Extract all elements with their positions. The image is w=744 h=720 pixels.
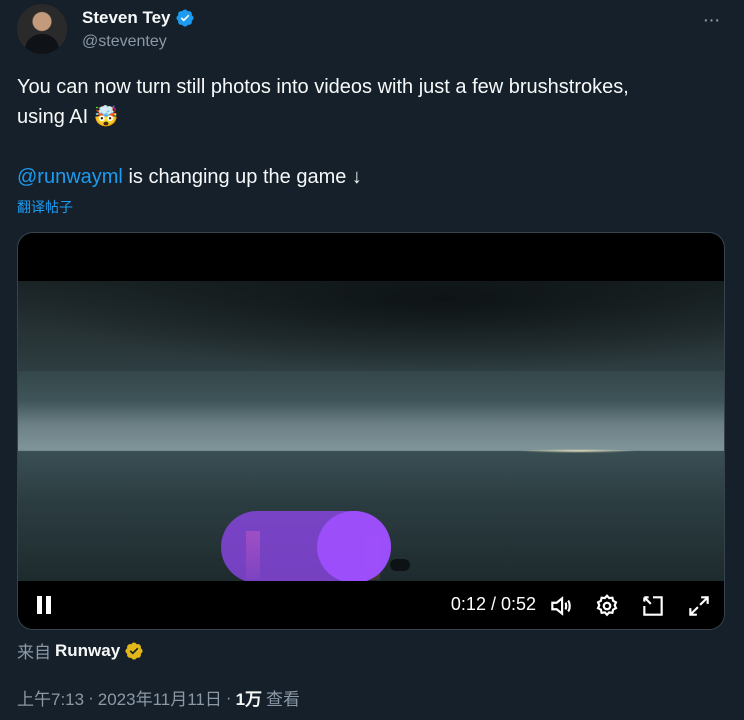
avatar[interactable] <box>17 4 67 54</box>
tweet-time[interactable]: 上午7:13 <box>17 685 84 710</box>
pop-out-icon[interactable] <box>640 593 666 619</box>
exploding-head-emoji: 🤯 <box>93 106 119 128</box>
tweet-text: You can now turn still photos into video… <box>17 72 729 132</box>
source-prefix: 来自 <box>17 643 51 662</box>
horizon-lights <box>518 449 638 453</box>
more-options-icon[interactable]: ··· <box>699 10 723 30</box>
verified-badge-icon <box>175 9 194 27</box>
tweet-meta: 上午7:13 · 2023年11月11日 · 1万 查看 <box>17 685 300 710</box>
author-display-name[interactable]: Steven Tey <box>82 8 171 28</box>
author-handle[interactable]: @steventey <box>82 33 167 51</box>
fullscreen-icon[interactable] <box>686 593 712 619</box>
video-source: 来自 Runway <box>17 638 144 663</box>
translate-link[interactable]: 翻译帖子 <box>17 197 73 217</box>
pause-icon[interactable] <box>34 593 56 617</box>
brush-cursor <box>317 511 391 583</box>
meta-separator: · <box>225 687 232 707</box>
storm-cloud <box>18 281 724 371</box>
tweet-text-line2: using AI <box>17 106 94 128</box>
volume-icon[interactable] <box>548 593 574 619</box>
tweet-header: Steven Tey @steventey ··· <box>17 4 729 56</box>
tweet-date[interactable]: 2023年11月11日 <box>98 685 222 710</box>
view-count: 1万 <box>235 690 263 709</box>
author-name-row: Steven Tey <box>82 8 195 28</box>
view-label: 查看 <box>266 690 301 709</box>
video-player[interactable]: 0:12 / 0:52 <box>17 232 725 630</box>
mention-suffix: is changing up the game ↓ <box>122 166 362 188</box>
settings-icon[interactable] <box>594 593 620 619</box>
tweet-text-line1: You can now turn still photos into video… <box>17 76 629 98</box>
mention-link[interactable]: @runwayml <box>17 166 123 188</box>
video-controls: 0:12 / 0:52 <box>18 581 724 629</box>
source-name[interactable]: Runway <box>55 641 120 661</box>
meta-separator: · <box>88 687 94 707</box>
boat <box>390 559 410 571</box>
gold-verified-badge-icon <box>125 641 143 660</box>
video-frame[interactable] <box>18 281 724 615</box>
video-timecode: 0:12 / 0:52 <box>450 594 536 614</box>
tweet-text-mention-line: @runwayml is changing up the game ↓ <box>17 162 362 192</box>
